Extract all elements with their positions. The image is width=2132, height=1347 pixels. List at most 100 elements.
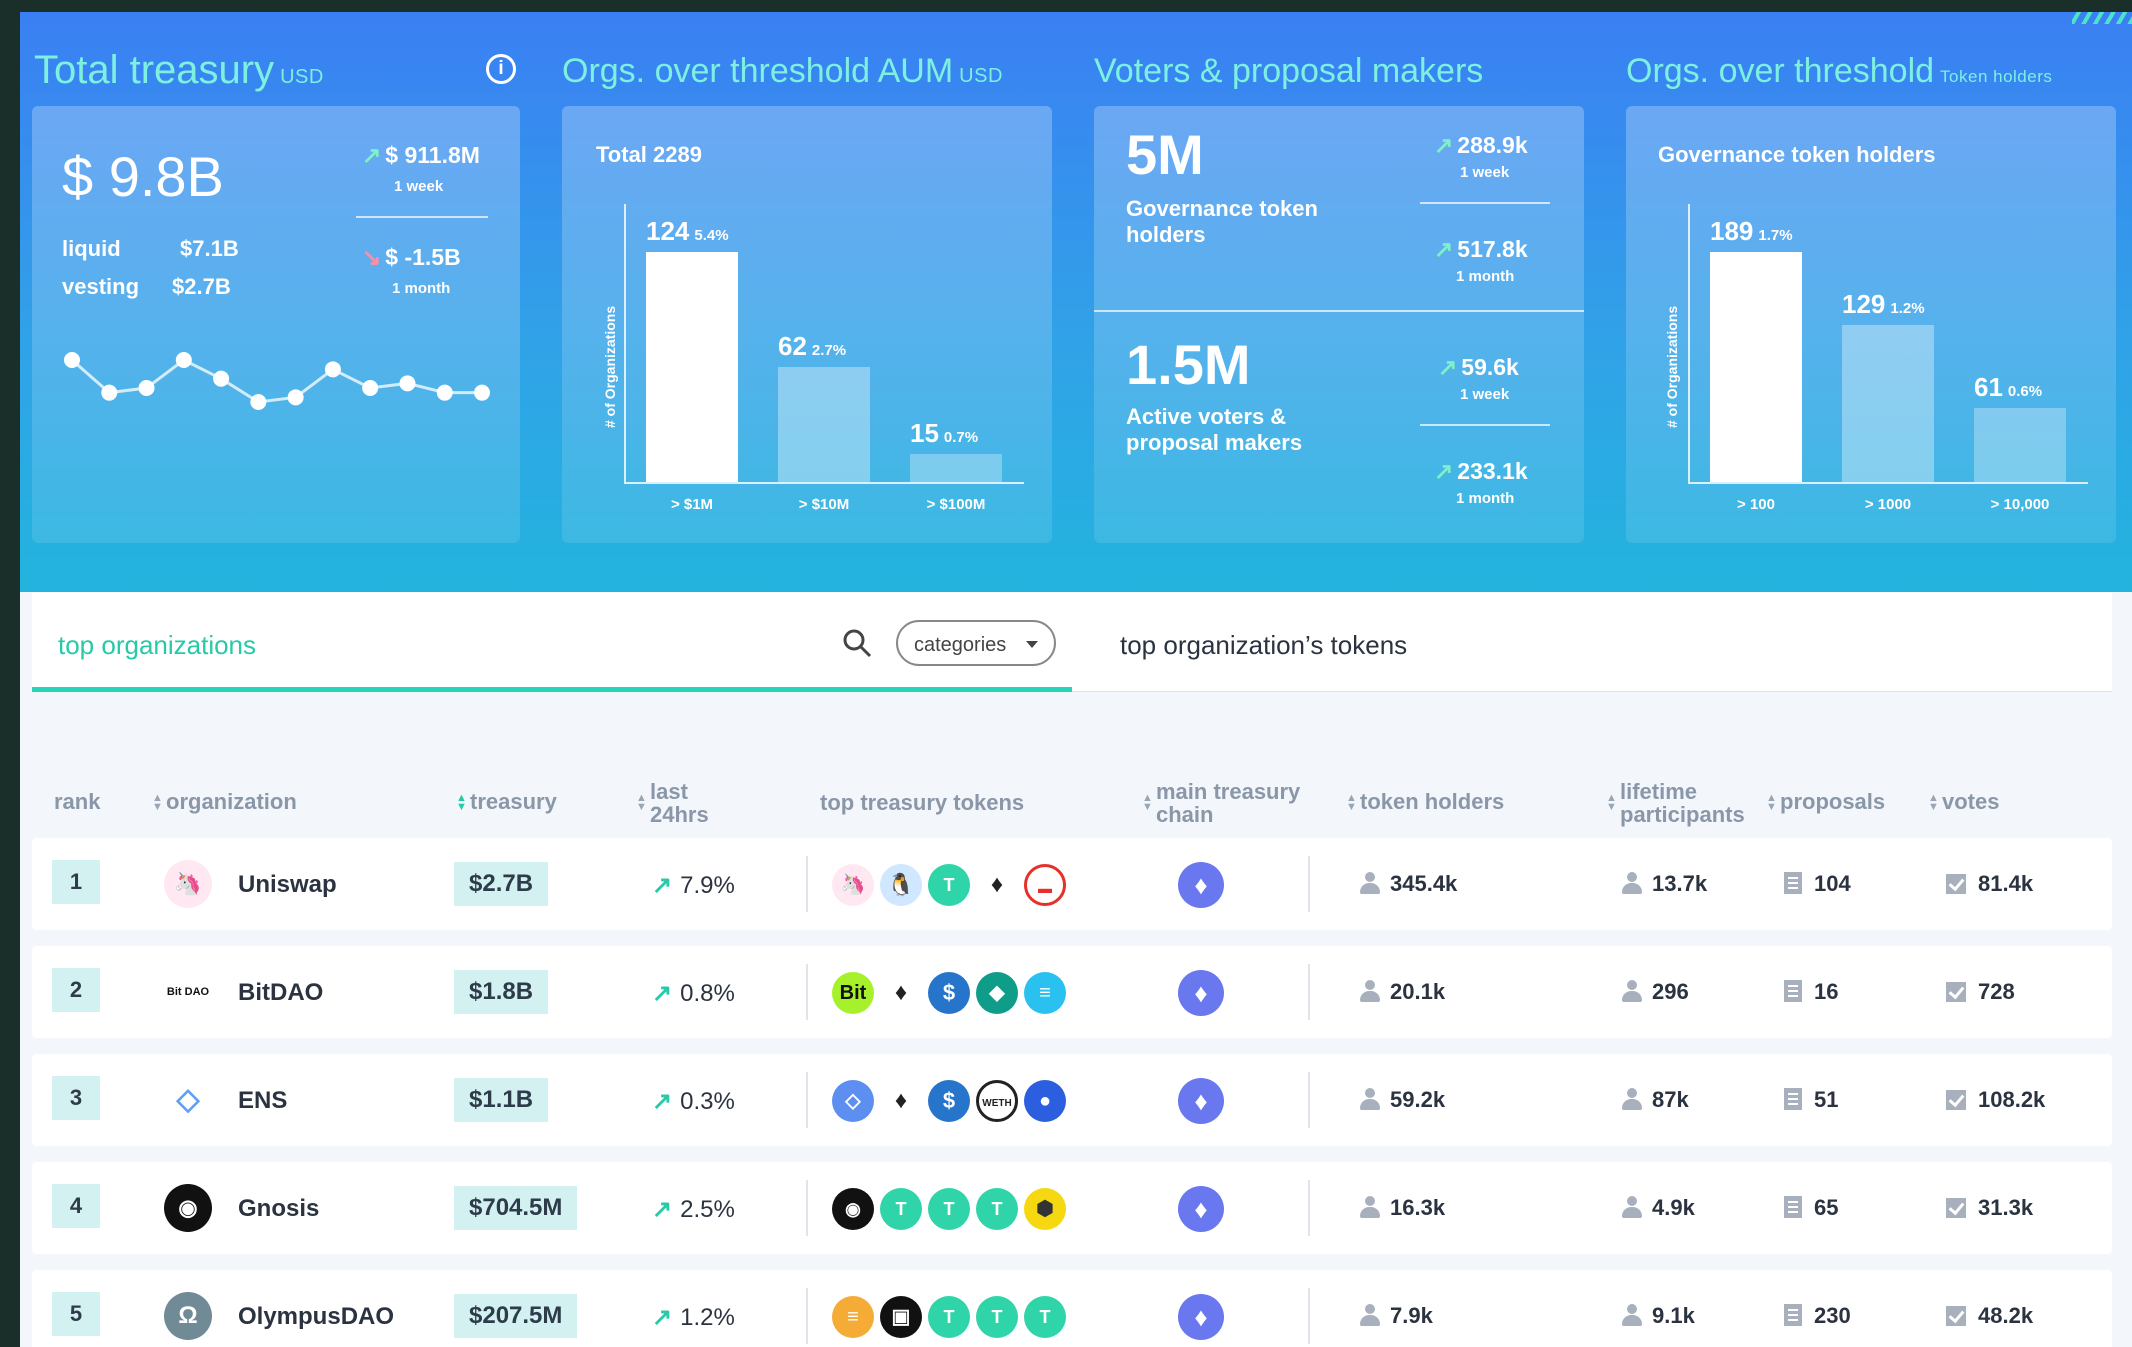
table-row[interactable]: 1 🦄 Uniswap $2.7B ↗ 7.9% 🦄 🐧 T ♦ ▬ ♦ 345.… <box>32 838 2112 930</box>
lifetime-participants: 296 <box>1622 979 1689 1005</box>
holders-y-label: # of Organizations <box>1664 305 1680 428</box>
table-row[interactable]: 3 ◇ ENS $1.1B ↗ 0.3% ◇ ♦ $ WETH ● ♦ 59.2k… <box>32 1054 2112 1146</box>
gnosis-token-icon[interactable]: ◉ <box>832 1188 874 1230</box>
vesting-value: $2.7B <box>172 274 231 299</box>
uniswap-logo-icon: 🦄 <box>164 860 212 908</box>
holders-label: Governance token holders <box>1126 196 1318 247</box>
sparkline-point[interactable] <box>101 384 118 401</box>
ethereum-token-icon[interactable]: ♦ <box>880 972 922 1014</box>
holders-bar[interactable] <box>1710 252 1802 482</box>
sparkline-point[interactable] <box>64 352 80 368</box>
table-row[interactable]: 5 Ω OlympusDAO $207.5M ↗ 1.2% ≡ ▣ T T T ♦… <box>32 1270 2112 1347</box>
token-holders: 16.3k <box>1360 1195 1445 1221</box>
change-24h: ↗ 1.2% <box>652 1304 735 1331</box>
aum-y-axis <box>624 204 626 482</box>
sparkline-point[interactable] <box>324 361 341 378</box>
ens-token-icon[interactable]: ◇ <box>832 1080 874 1122</box>
org-name[interactable]: OlympusDAO <box>238 1303 394 1331</box>
rank-badge: 3 <box>52 1076 100 1120</box>
holders-bar[interactable] <box>1974 408 2066 482</box>
tether-token-icon[interactable]: T <box>928 1188 970 1230</box>
yellow-token-icon[interactable]: ⬢ <box>1024 1188 1066 1230</box>
black-token-icon[interactable]: ▣ <box>880 1296 922 1338</box>
categories-dropdown[interactable]: categories <box>896 620 1056 666</box>
aum-bar[interactable] <box>778 367 870 482</box>
col-treasury[interactable]: ▲ ▼ treasury <box>456 790 557 813</box>
holders-bar[interactable] <box>1842 325 1934 482</box>
votes: 48.2k <box>1946 1303 2033 1329</box>
sparkline-point[interactable] <box>250 394 267 410</box>
ethereum-chain-icon[interactable]: ♦ <box>1178 970 1224 1016</box>
tether-token-icon[interactable]: T <box>880 1188 922 1230</box>
change-24h: ↗ 0.8% <box>652 980 735 1007</box>
col-votes[interactable]: ▲ ▼ votes <box>1928 790 1999 813</box>
tab-top-organizations[interactable]: top organizations categories <box>32 592 1072 692</box>
tether-token-icon[interactable]: T <box>976 1296 1018 1338</box>
red-token-icon[interactable]: ▬ <box>1024 864 1066 906</box>
sparkline-point[interactable] <box>436 384 453 401</box>
votes: 31.3k <box>1946 1195 2033 1221</box>
col-organization[interactable]: ▲ ▼ organization <box>152 790 297 813</box>
ethereum-chain-icon[interactable]: ♦ <box>1178 1186 1224 1232</box>
org-name[interactable]: BitDAO <box>238 979 323 1007</box>
org-name[interactable]: Gnosis <box>238 1195 319 1223</box>
sparkline-point[interactable] <box>213 370 230 387</box>
search-icon[interactable] <box>842 628 872 658</box>
aum-bar[interactable] <box>646 252 738 482</box>
rank-badge: 2 <box>52 968 100 1012</box>
aum-bar[interactable] <box>910 454 1002 482</box>
blue-token-icon[interactable]: ● <box>1024 1080 1066 1122</box>
tether-token-icon[interactable]: T <box>976 1188 1018 1230</box>
uni-token-icon[interactable]: 🦄 <box>832 864 874 906</box>
document-icon <box>1784 980 1802 1002</box>
tether-token-icon[interactable]: T <box>928 1296 970 1338</box>
col-top-tokens: top treasury tokens <box>820 790 1025 815</box>
person-icon <box>1622 980 1642 1002</box>
ethereum-chain-icon[interactable]: ♦ <box>1178 1294 1224 1340</box>
penguin-token-icon[interactable]: 🐧 <box>880 864 922 906</box>
aum-bar-percent: 5.4% <box>694 227 729 244</box>
divider <box>1308 1288 1310 1344</box>
sparkline-point[interactable] <box>138 380 155 396</box>
usdc-token-icon[interactable]: $ <box>928 972 970 1014</box>
sparkline-point[interactable] <box>399 375 416 392</box>
ethereum-token-icon[interactable]: ♦ <box>976 864 1018 906</box>
person-icon <box>1622 1196 1642 1218</box>
sparkline-point[interactable] <box>287 389 304 406</box>
aum-card: Total 2289 # of Organizations 124 5.4% > $… <box>562 106 1052 543</box>
tether-token-icon[interactable]: T <box>1024 1296 1066 1338</box>
col-chain[interactable]: ▲ ▼main treasury chain <box>1142 780 1300 826</box>
liquid-value: $7.1B <box>180 236 239 261</box>
change-24h: ↗ 2.5% <box>652 1196 735 1223</box>
col-last-24hrs[interactable]: ▲ ▼last 24hrs <box>636 780 709 826</box>
tab-top-tokens[interactable]: top organization’s tokens <box>1072 592 2112 692</box>
sparkline-point[interactable] <box>474 384 490 401</box>
vesting-label: vesting <box>62 274 140 299</box>
frax-token-icon[interactable]: ≡ <box>1024 972 1066 1014</box>
ethereum-token-icon[interactable]: ♦ <box>880 1080 922 1122</box>
ethereum-chain-icon[interactable]: ♦ <box>1178 1078 1224 1124</box>
holders-bar-value: 61 0.6% <box>1974 372 2043 402</box>
sparkline-point[interactable] <box>175 352 192 368</box>
dai-token-icon[interactable]: ≡ <box>832 1296 874 1338</box>
org-name[interactable]: Uniswap <box>238 871 337 899</box>
col-rank: rank <box>54 789 101 814</box>
bit-token-icon[interactable]: Bit <box>832 972 874 1014</box>
info-icon[interactable]: i <box>486 54 516 84</box>
table-row[interactable]: 2 Bit DAO BitDAO $1.8B ↗ 0.8% Bit ♦ $ ◆ ≡… <box>32 946 2112 1038</box>
org-name[interactable]: ENS <box>238 1087 287 1115</box>
col-token-holders[interactable]: ▲ ▼ token holders <box>1346 790 1504 813</box>
ethereum-chain-icon[interactable]: ♦ <box>1178 862 1224 908</box>
shield-token-icon[interactable]: ◆ <box>976 972 1018 1014</box>
tether-token-icon[interactable]: T <box>928 864 970 906</box>
weth-token-icon[interactable]: WETH <box>976 1080 1018 1122</box>
table-row[interactable]: 4 ◉ Gnosis $704.5M ↗ 2.5% ◉ T T T ⬢ ♦ 16.… <box>32 1162 2112 1254</box>
tab-bar: top organizations categories top organiz… <box>20 592 2132 692</box>
sparkline-point[interactable] <box>362 380 379 396</box>
col-lifetime[interactable]: ▲ ▼lifetime participants <box>1606 780 1745 826</box>
col-proposals[interactable]: ▲ ▼ proposals <box>1766 790 1885 813</box>
holders-month-delta: ↗ 517.8k <box>1434 236 1528 262</box>
checkbox-icon <box>1946 874 1966 894</box>
usdc-token-icon[interactable]: $ <box>928 1080 970 1122</box>
divider <box>1420 202 1550 204</box>
